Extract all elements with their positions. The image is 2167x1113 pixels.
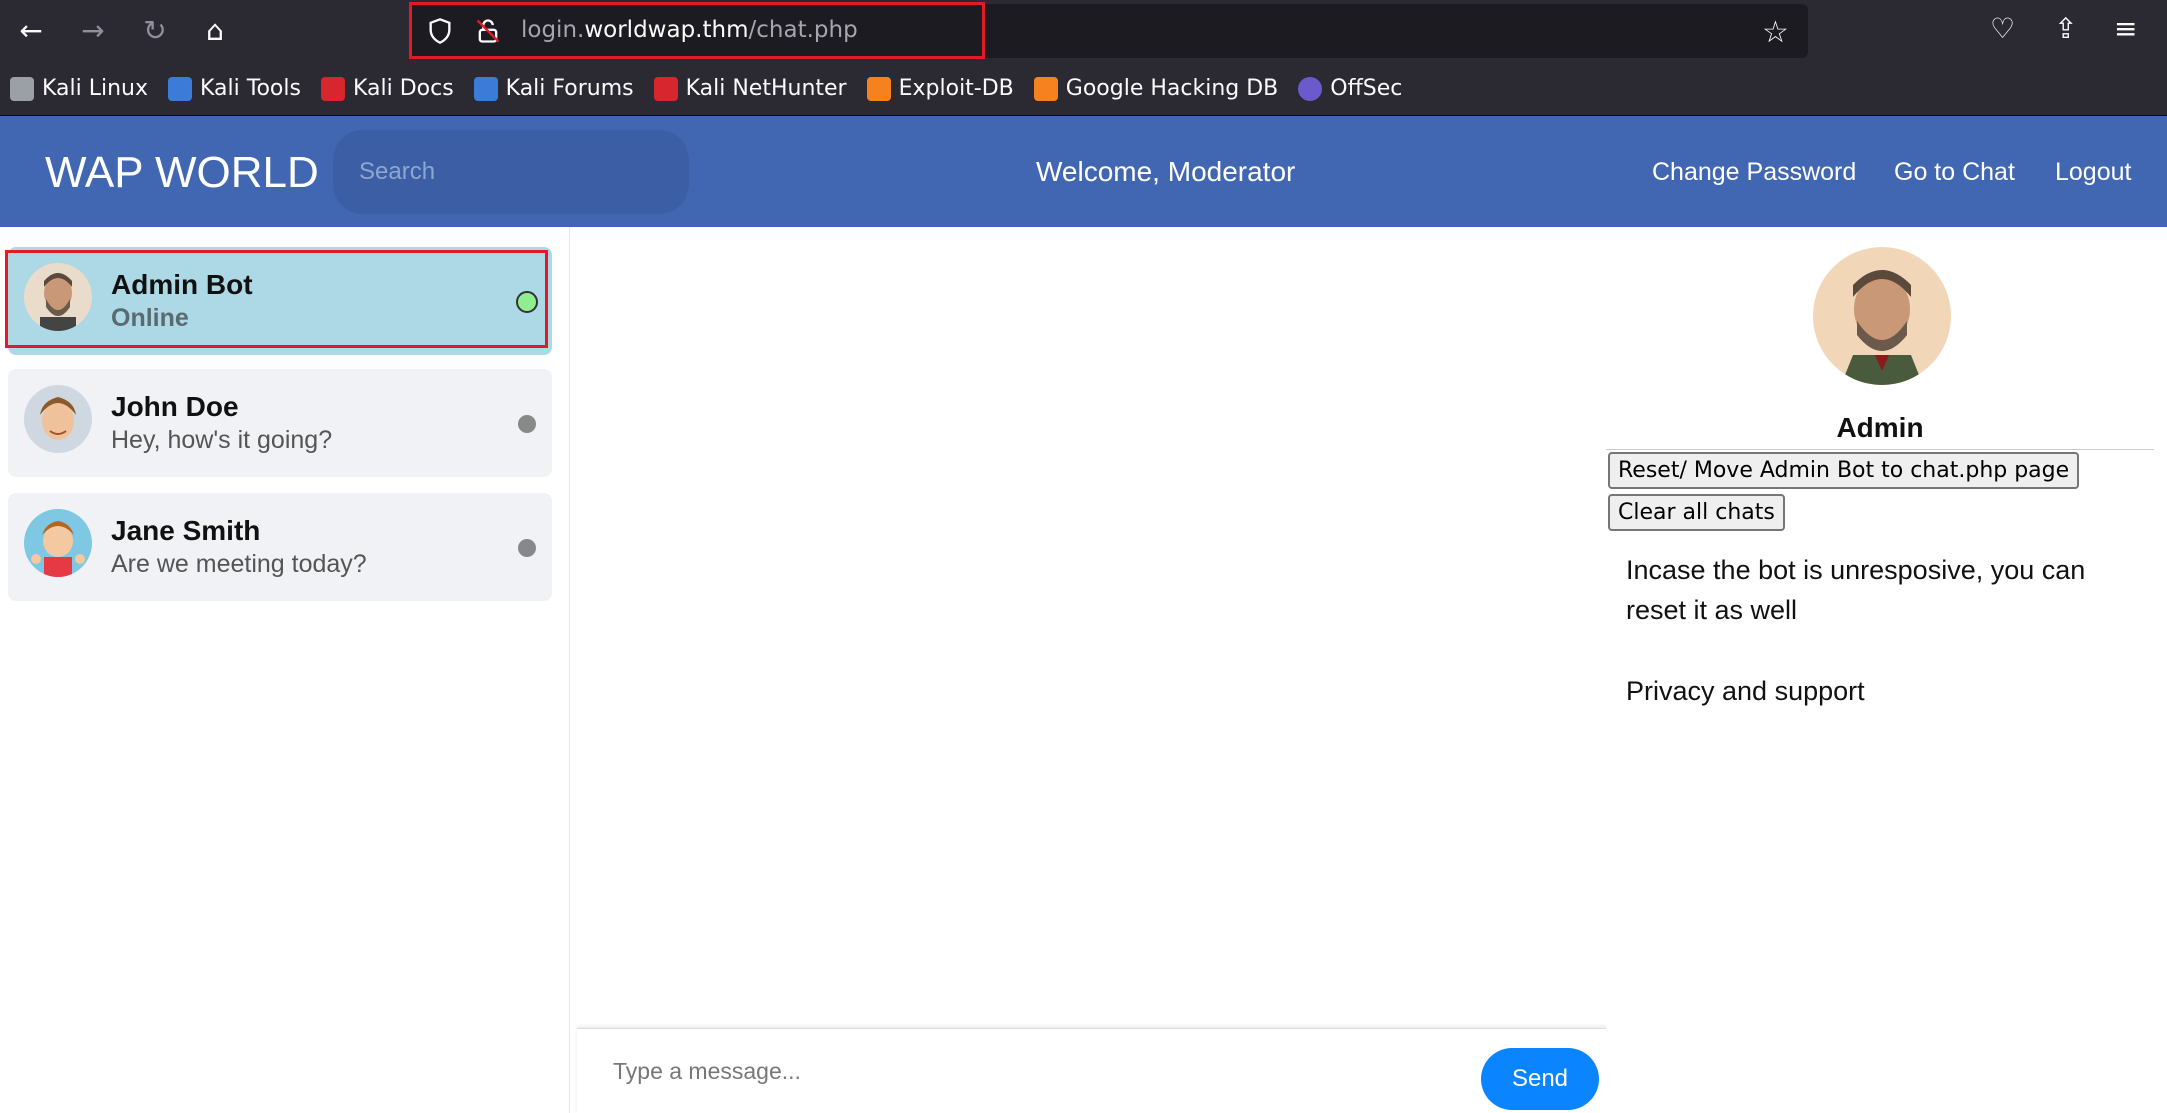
offsec-icon xyxy=(1298,76,1323,101)
bookmark-kali-forums[interactable]: Kali Forums xyxy=(473,76,634,101)
go-to-chat-link[interactable]: Go to Chat xyxy=(1894,158,2015,187)
bookmark-label: Kali Linux xyxy=(42,76,149,101)
logout-link[interactable]: Logout xyxy=(2055,158,2131,187)
bookmark-label: Google Hacking DB xyxy=(1065,76,1279,101)
bookmark-kali-docs[interactable]: Kali Docs xyxy=(320,76,454,101)
bookmark-exploit-db[interactable]: Exploit-DB xyxy=(866,76,1014,101)
chat-messages-area xyxy=(571,227,1606,1113)
bookmark-label: Kali Forums xyxy=(505,76,634,101)
contact-name: Jane Smith xyxy=(111,515,261,546)
exploit-db-icon xyxy=(866,76,891,101)
send-button[interactable]: Send xyxy=(1481,1048,1599,1110)
bookmark-label: Kali Tools xyxy=(200,76,301,101)
pocket-icon[interactable]: ♡ xyxy=(1990,14,2015,44)
divider xyxy=(1606,449,2154,450)
message-composer: Send xyxy=(577,1028,1645,1113)
back-arrow-icon[interactable]: ← xyxy=(12,12,50,50)
contact-jane-smith[interactable]: Jane Smith Are we meeting today? xyxy=(8,493,552,601)
bookmark-offsec[interactable]: OffSec xyxy=(1298,76,1402,101)
avatar xyxy=(24,509,92,577)
brand-logo[interactable]: WAP WORLD xyxy=(45,148,319,198)
url-highlight-box xyxy=(409,2,985,59)
contact-last-message: Hey, how's it going? xyxy=(111,426,333,454)
kali-tools-icon xyxy=(168,76,193,101)
bookmark-label: OffSec xyxy=(1330,76,1403,101)
contact-john-doe[interactable]: John Doe Hey, how's it going? xyxy=(8,369,552,477)
profile-name: Admin xyxy=(1836,412,1924,443)
bookmark-kali-tools[interactable]: Kali Tools xyxy=(168,76,301,101)
offline-status-dot xyxy=(518,415,536,433)
bookmark-label: Kali Docs xyxy=(352,76,454,101)
bookmark-kali-linux[interactable]: Kali Linux xyxy=(10,76,148,101)
bookmark-kali-nethunter[interactable]: Kali NetHunter xyxy=(653,76,847,101)
extensions-icon[interactable]: ⇪ xyxy=(2054,14,2077,44)
contact-last-message: Are we meeting today? xyxy=(111,550,367,578)
browser-toolbar: ← → ↻ ⌂ login.worldwap.thm/chat.php ☆ ♡ … xyxy=(0,0,2167,62)
bot-reset-note: Incase the bot is unresposive, you can r… xyxy=(1626,555,2086,625)
contacts-sidebar: Admin Bot Online John Doe Hey, how's it … xyxy=(0,227,570,1113)
reset-admin-bot-button[interactable]: Reset/ Move Admin Bot to chat.php page xyxy=(1608,452,2080,489)
reload-icon[interactable]: ↻ xyxy=(136,12,174,50)
offline-status-dot xyxy=(518,539,536,557)
contact-name: John Doe xyxy=(111,391,239,422)
forward-arrow-icon[interactable]: → xyxy=(74,12,112,50)
change-password-link[interactable]: Change Password xyxy=(1652,158,1856,187)
bookmark-label: Kali NetHunter xyxy=(685,76,847,101)
bookmarks-bar: Kali Linux Kali Tools Kali Docs Kali For… xyxy=(0,62,2167,116)
message-input[interactable] xyxy=(613,1051,1433,1091)
search-input[interactable] xyxy=(333,130,689,214)
kali-docs-icon xyxy=(320,76,345,101)
kali-nethunter-icon xyxy=(653,76,678,101)
menu-icon[interactable]: ≡ xyxy=(2114,14,2137,44)
home-icon[interactable]: ⌂ xyxy=(196,12,234,50)
profile-avatar xyxy=(1813,247,1951,385)
welcome-text: Welcome, Moderator xyxy=(1036,156,1296,187)
profile-panel: Admin Reset/ Move Admin Bot to chat.php … xyxy=(1606,227,2167,1113)
google-hacking-db-icon xyxy=(1033,76,1058,101)
clear-all-chats-button[interactable]: Clear all chats xyxy=(1608,494,1785,531)
bookmark-google-hacking-db[interactable]: Google Hacking DB xyxy=(1033,76,1279,101)
avatar xyxy=(24,385,92,453)
site-header: WAP WORLD Welcome, Moderator Change Pass… xyxy=(0,116,2167,227)
kali-forums-icon xyxy=(473,76,498,101)
selected-contact-highlight-box xyxy=(5,250,548,348)
privacy-support-text: Privacy and support xyxy=(1626,676,1865,706)
kali-linux-icon xyxy=(10,76,34,101)
bookmark-label: Exploit-DB xyxy=(898,76,1014,101)
bookmark-star-icon[interactable]: ☆ xyxy=(1762,18,1789,48)
